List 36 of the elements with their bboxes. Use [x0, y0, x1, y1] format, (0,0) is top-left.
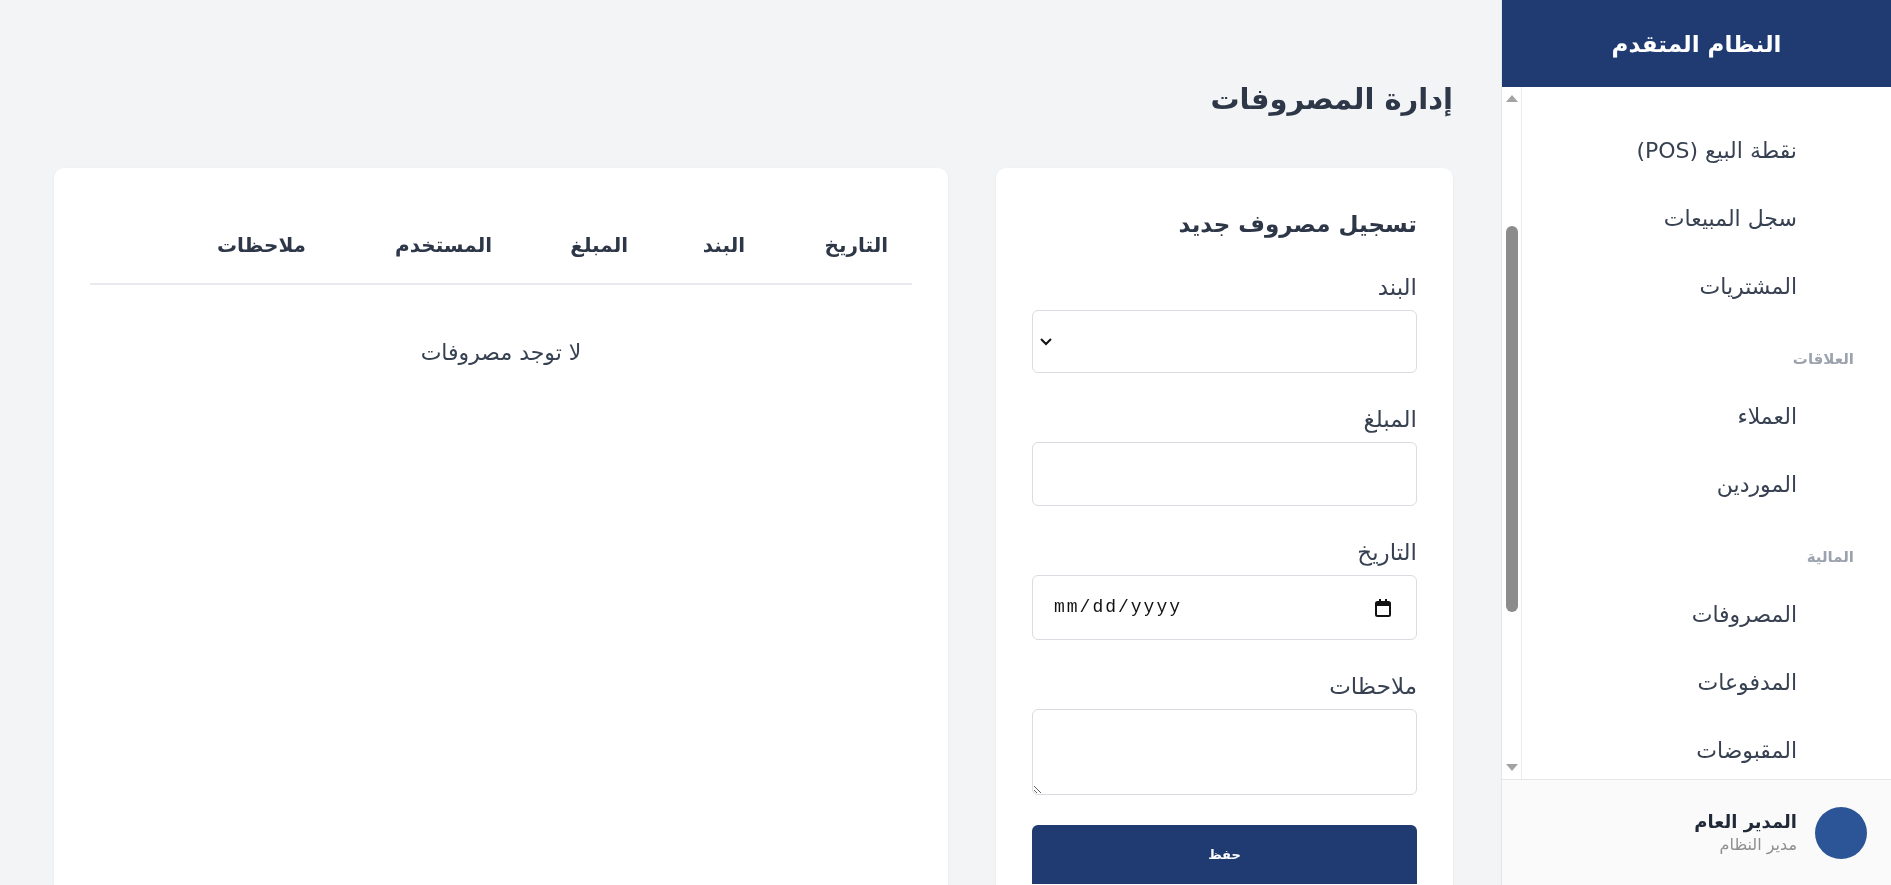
user-name: المدير العام	[1694, 810, 1797, 834]
nav-item[interactable]: المقبوضات	[1522, 729, 1891, 773]
nav-item[interactable]: نقطة البيع (POS)	[1522, 129, 1891, 173]
column-header: المستخدم	[330, 207, 516, 284]
calendar-icon	[1375, 598, 1391, 617]
nav-item[interactable]: الموردين	[1522, 463, 1891, 507]
form-title: تسجيل مصروف جديد	[1177, 210, 1417, 240]
nav-item[interactable]: المشتريات	[1522, 265, 1891, 309]
empty-table-message: لا توجد مصروفات	[90, 284, 912, 388]
scroll-down-icon[interactable]	[1505, 764, 1518, 771]
nav-item[interactable]: سجل المبيعات	[1522, 197, 1891, 241]
scroll-up-icon[interactable]	[1505, 95, 1518, 102]
scrollbar-thumb[interactable]	[1505, 226, 1518, 612]
page-title: إدارة المصروفات	[1210, 81, 1453, 119]
column-header: التاريخ	[769, 207, 912, 284]
nav-item[interactable]: المدفوعات	[1522, 661, 1891, 705]
select-field[interactable]	[1032, 310, 1417, 373]
column-header: المبلغ	[516, 207, 652, 284]
nav-item[interactable]: العملاء	[1522, 395, 1891, 439]
field-label: ملاحظات	[1328, 672, 1417, 701]
field-label: البند	[1376, 273, 1417, 302]
column-header: ملاحظات	[90, 207, 330, 284]
date-field[interactable]: mm/dd/yyyy	[1032, 575, 1417, 640]
field-label: التاريخ	[1356, 538, 1417, 567]
user-role: مدير النظام	[1718, 834, 1797, 856]
app-title: النظام المتقدم	[1611, 29, 1782, 60]
input-field[interactable]	[1032, 442, 1417, 506]
nav-section-label: العلاقات	[1791, 349, 1855, 370]
nav-item[interactable]: المصروفات	[1522, 593, 1891, 637]
save-button[interactable]: حفظ	[1032, 825, 1417, 884]
nav-section-label: المالية	[1805, 547, 1855, 568]
field-label: المبلغ	[1362, 405, 1417, 434]
avatar-icon	[1815, 806, 1867, 859]
column-header: البند	[652, 207, 769, 284]
textarea-field[interactable]	[1032, 709, 1417, 795]
chevron-down-icon	[1040, 337, 1052, 346]
